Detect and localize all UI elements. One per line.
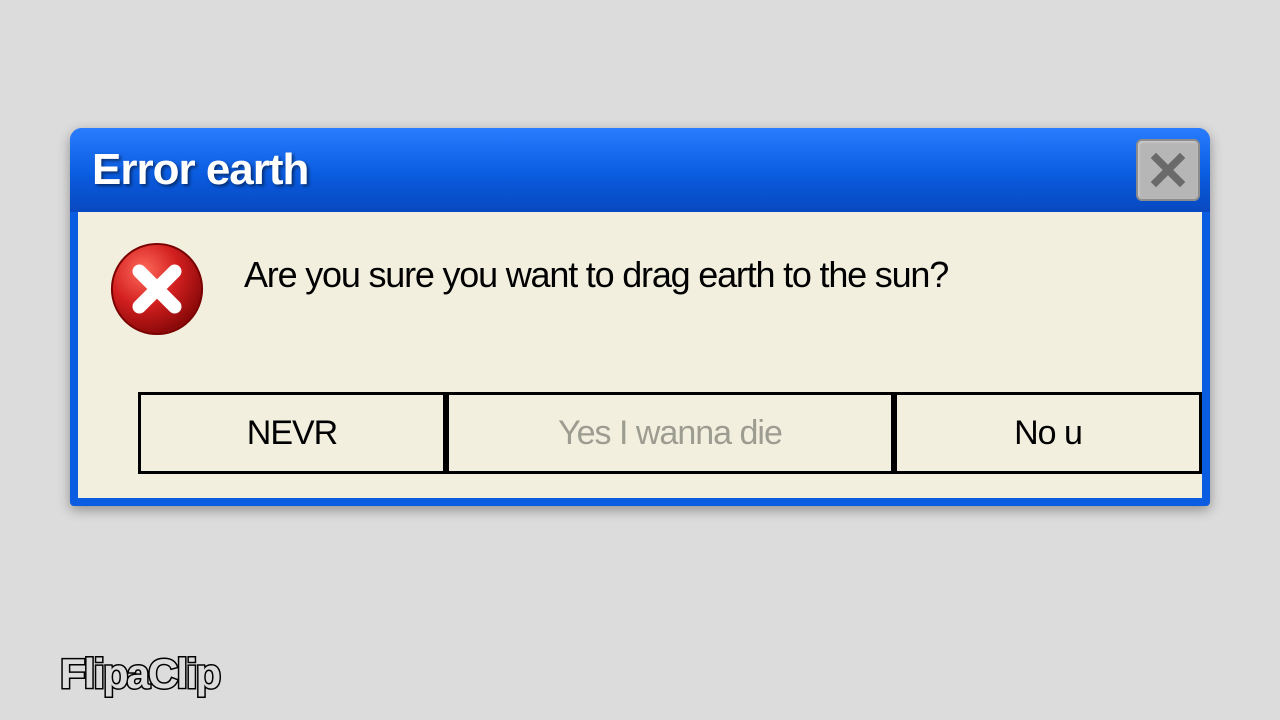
nou-button[interactable]: No u <box>894 392 1202 474</box>
error-dialog: Error earth <box>70 128 1210 506</box>
message-row: Are you sure you want to drag earth to t… <box>108 232 1182 338</box>
dialog-message: Are you sure you want to drag earth to t… <box>244 254 948 296</box>
titlebar[interactable]: Error earth <box>70 128 1210 212</box>
close-icon <box>1150 152 1186 188</box>
yes-button[interactable]: Yes I wanna die <box>446 392 894 474</box>
close-button[interactable] <box>1136 139 1200 201</box>
button-row: NEVR Yes I wanna die No u <box>78 392 1202 474</box>
watermark: FlipaClip <box>60 650 219 698</box>
error-icon <box>108 240 206 338</box>
window-title: Error earth <box>92 145 308 195</box>
dialog-body: Are you sure you want to drag earth to t… <box>78 212 1202 498</box>
nevr-button[interactable]: NEVR <box>138 392 446 474</box>
watermark-text: FlipaClip <box>60 650 219 697</box>
